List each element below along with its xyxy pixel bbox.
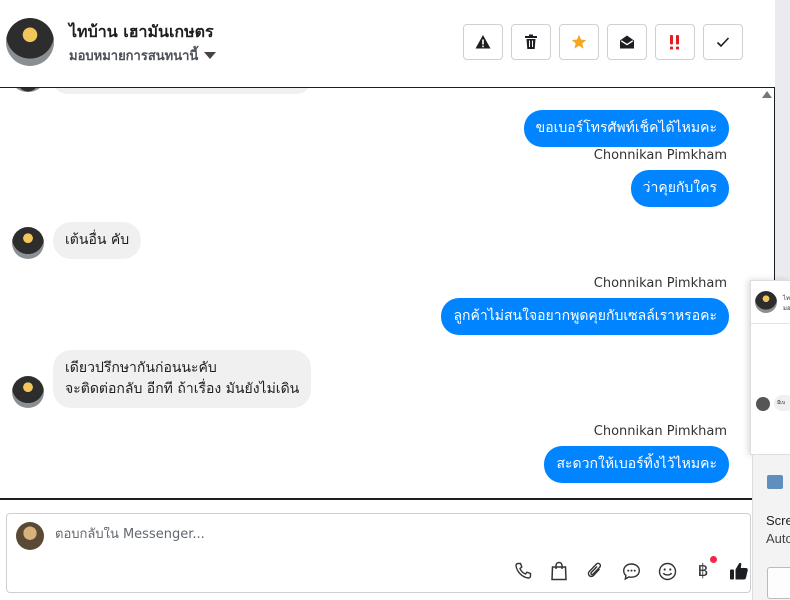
message-text-line: จะติดต่อกลับ อีกที ถ้าเรื่อง มันยังไม่เด…	[65, 381, 300, 397]
page-scroll-track[interactable]	[775, 0, 790, 280]
shopping-bag-icon	[551, 561, 567, 581]
header-actions	[463, 24, 743, 60]
saved-reply-button[interactable]	[620, 560, 642, 582]
notification-title: Scre	[766, 513, 790, 528]
delete-button[interactable]	[511, 24, 551, 60]
star-icon	[571, 34, 587, 49]
popup-message-avatar	[756, 397, 770, 411]
mark-done-button[interactable]	[703, 24, 743, 60]
like-icon	[730, 562, 748, 580]
message-text-line: เดียวปรึกษากันก่อนนะคับ	[65, 360, 217, 376]
attach-button[interactable]	[584, 560, 606, 582]
notification-subtitle: Auto	[766, 531, 790, 546]
phone-button[interactable]	[512, 560, 534, 582]
baht-icon: ฿	[697, 561, 709, 581]
reply-composer: ฿	[6, 513, 751, 593]
message-outgoing: สะดวกให้เบอร์ทิ้งไว้ไหมคะ	[544, 446, 729, 483]
sender-name: Chonnikan Pimkham	[593, 276, 727, 291]
composer-toolbar: ฿	[512, 556, 750, 582]
contact-avatar-small	[12, 376, 44, 408]
double-exclamation-icon	[670, 35, 679, 50]
payment-button[interactable]: ฿	[692, 556, 717, 582]
page-avatar	[16, 522, 44, 550]
message-outgoing: ว่าคุยกับใคร	[630, 170, 729, 207]
priority-button[interactable]	[655, 24, 695, 60]
trash-icon	[525, 34, 537, 49]
caret-down-icon	[204, 52, 217, 59]
sender-name: Chonnikan Pimkham	[593, 424, 727, 439]
message-text: ลูกค้าไม่สนใจอยากพูดคุยกับเซลล์เราหรอคะ	[441, 298, 729, 335]
emoji-button[interactable]	[656, 560, 678, 582]
message-text: เต้นอื่น คับ	[53, 222, 142, 259]
assign-conversation-dropdown[interactable]: มอบหมายการสนทนานี้	[69, 45, 217, 66]
like-button[interactable]	[728, 560, 750, 582]
contact-avatar-small	[14, 88, 42, 92]
contact-avatar-small	[12, 227, 44, 259]
warning-button[interactable]	[463, 24, 503, 60]
phone-icon	[515, 562, 532, 579]
message-incoming: เดียวปรึกษากันก่อนนะคับ จะติดต่อกลับ อีก…	[53, 350, 312, 408]
message-incoming: เต้นอื่น คับ	[53, 222, 142, 259]
contact-avatar[interactable]	[6, 18, 54, 66]
notification-action-button[interactable]	[767, 567, 790, 599]
envelope-open-icon	[620, 35, 634, 49]
message-thread[interactable]: ขอเบอร์โทรศัพท์เช็คได้ไหมคะ Chonnikan Pi…	[0, 87, 775, 500]
shop-button[interactable]	[548, 560, 570, 582]
message-outgoing: ลูกค้าไม่สนใจอยากพูดคุยกับเซลล์เราหรอคะ	[441, 298, 729, 335]
message-text: สะดวกให้เบอร์ทิ้งไว้ไหมคะ	[544, 446, 729, 483]
sender-name: Chonnikan Pimkham	[593, 148, 727, 163]
system-notification[interactable]: Scre Auto	[752, 455, 790, 600]
conversation-header: ไทบ้าน เฮามันเกษตร มอบหมายการสนทนานี้	[0, 0, 775, 87]
notification-dot	[710, 556, 717, 563]
checkmark-icon	[716, 37, 730, 48]
reply-input[interactable]	[55, 527, 655, 542]
popup-contact-name: ไท	[783, 295, 790, 302]
warning-icon	[475, 35, 491, 49]
popup-assign-label: มอ	[783, 305, 790, 312]
contact-name[interactable]: ไทบ้าน เฮามันเกษตร	[69, 20, 214, 45]
mark-unread-button[interactable]	[607, 24, 647, 60]
message-text: ว่าคุยกับใคร	[630, 170, 729, 207]
truncated-message-bubble	[53, 88, 311, 94]
popup-avatar	[755, 291, 777, 313]
assign-label: มอบหมายการสนทนานี้	[69, 49, 199, 64]
app-icon	[767, 475, 783, 489]
popup-divider	[751, 323, 790, 324]
message-text: ขอเบอร์โทรศัพท์เช็คได้ไหมคะ	[523, 110, 729, 147]
message-outgoing: ขอเบอร์โทรศัพท์เช็คได้ไหมคะ	[523, 110, 729, 147]
scroll-up-icon[interactable]	[762, 91, 772, 98]
star-button[interactable]	[559, 24, 599, 60]
emoji-icon	[658, 562, 676, 580]
saved-reply-icon	[622, 562, 640, 580]
paperclip-icon	[587, 562, 602, 578]
chat-preview-popup[interactable]: ไท มอ มีเบ	[750, 280, 790, 455]
popup-message-bubble: มีเบ	[774, 395, 790, 411]
